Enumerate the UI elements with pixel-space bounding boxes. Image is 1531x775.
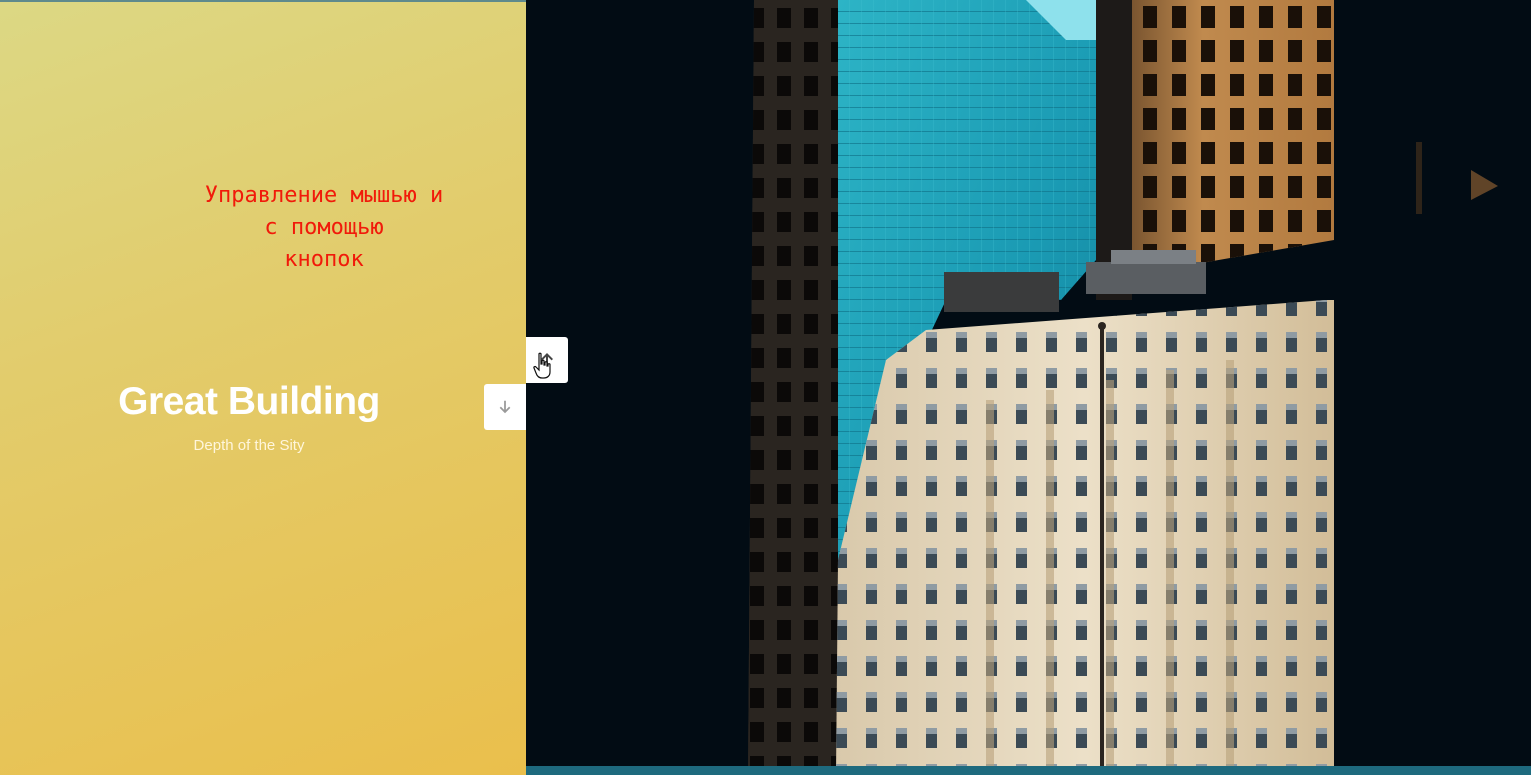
hand-cursor-icon	[533, 352, 551, 379]
text-slide: Управление мышью и с помощью кнопок Grea…	[0, 0, 526, 775]
slider-stage: Управление мышью и с помощью кнопок Grea…	[0, 0, 1531, 775]
slide-title: Great Building	[118, 380, 380, 423]
city-buildings-image	[526, 0, 1531, 775]
bottom-strip	[526, 766, 1531, 775]
next-slide-button[interactable]	[484, 384, 526, 430]
slide-subtitle: Depth of the Sity	[193, 437, 305, 454]
image-slide	[526, 0, 1531, 775]
arrow-down-icon	[499, 400, 511, 414]
demo-caption: Управление мышью и с помощью кнопок	[204, 183, 444, 272]
top-strip	[0, 0, 526, 2]
